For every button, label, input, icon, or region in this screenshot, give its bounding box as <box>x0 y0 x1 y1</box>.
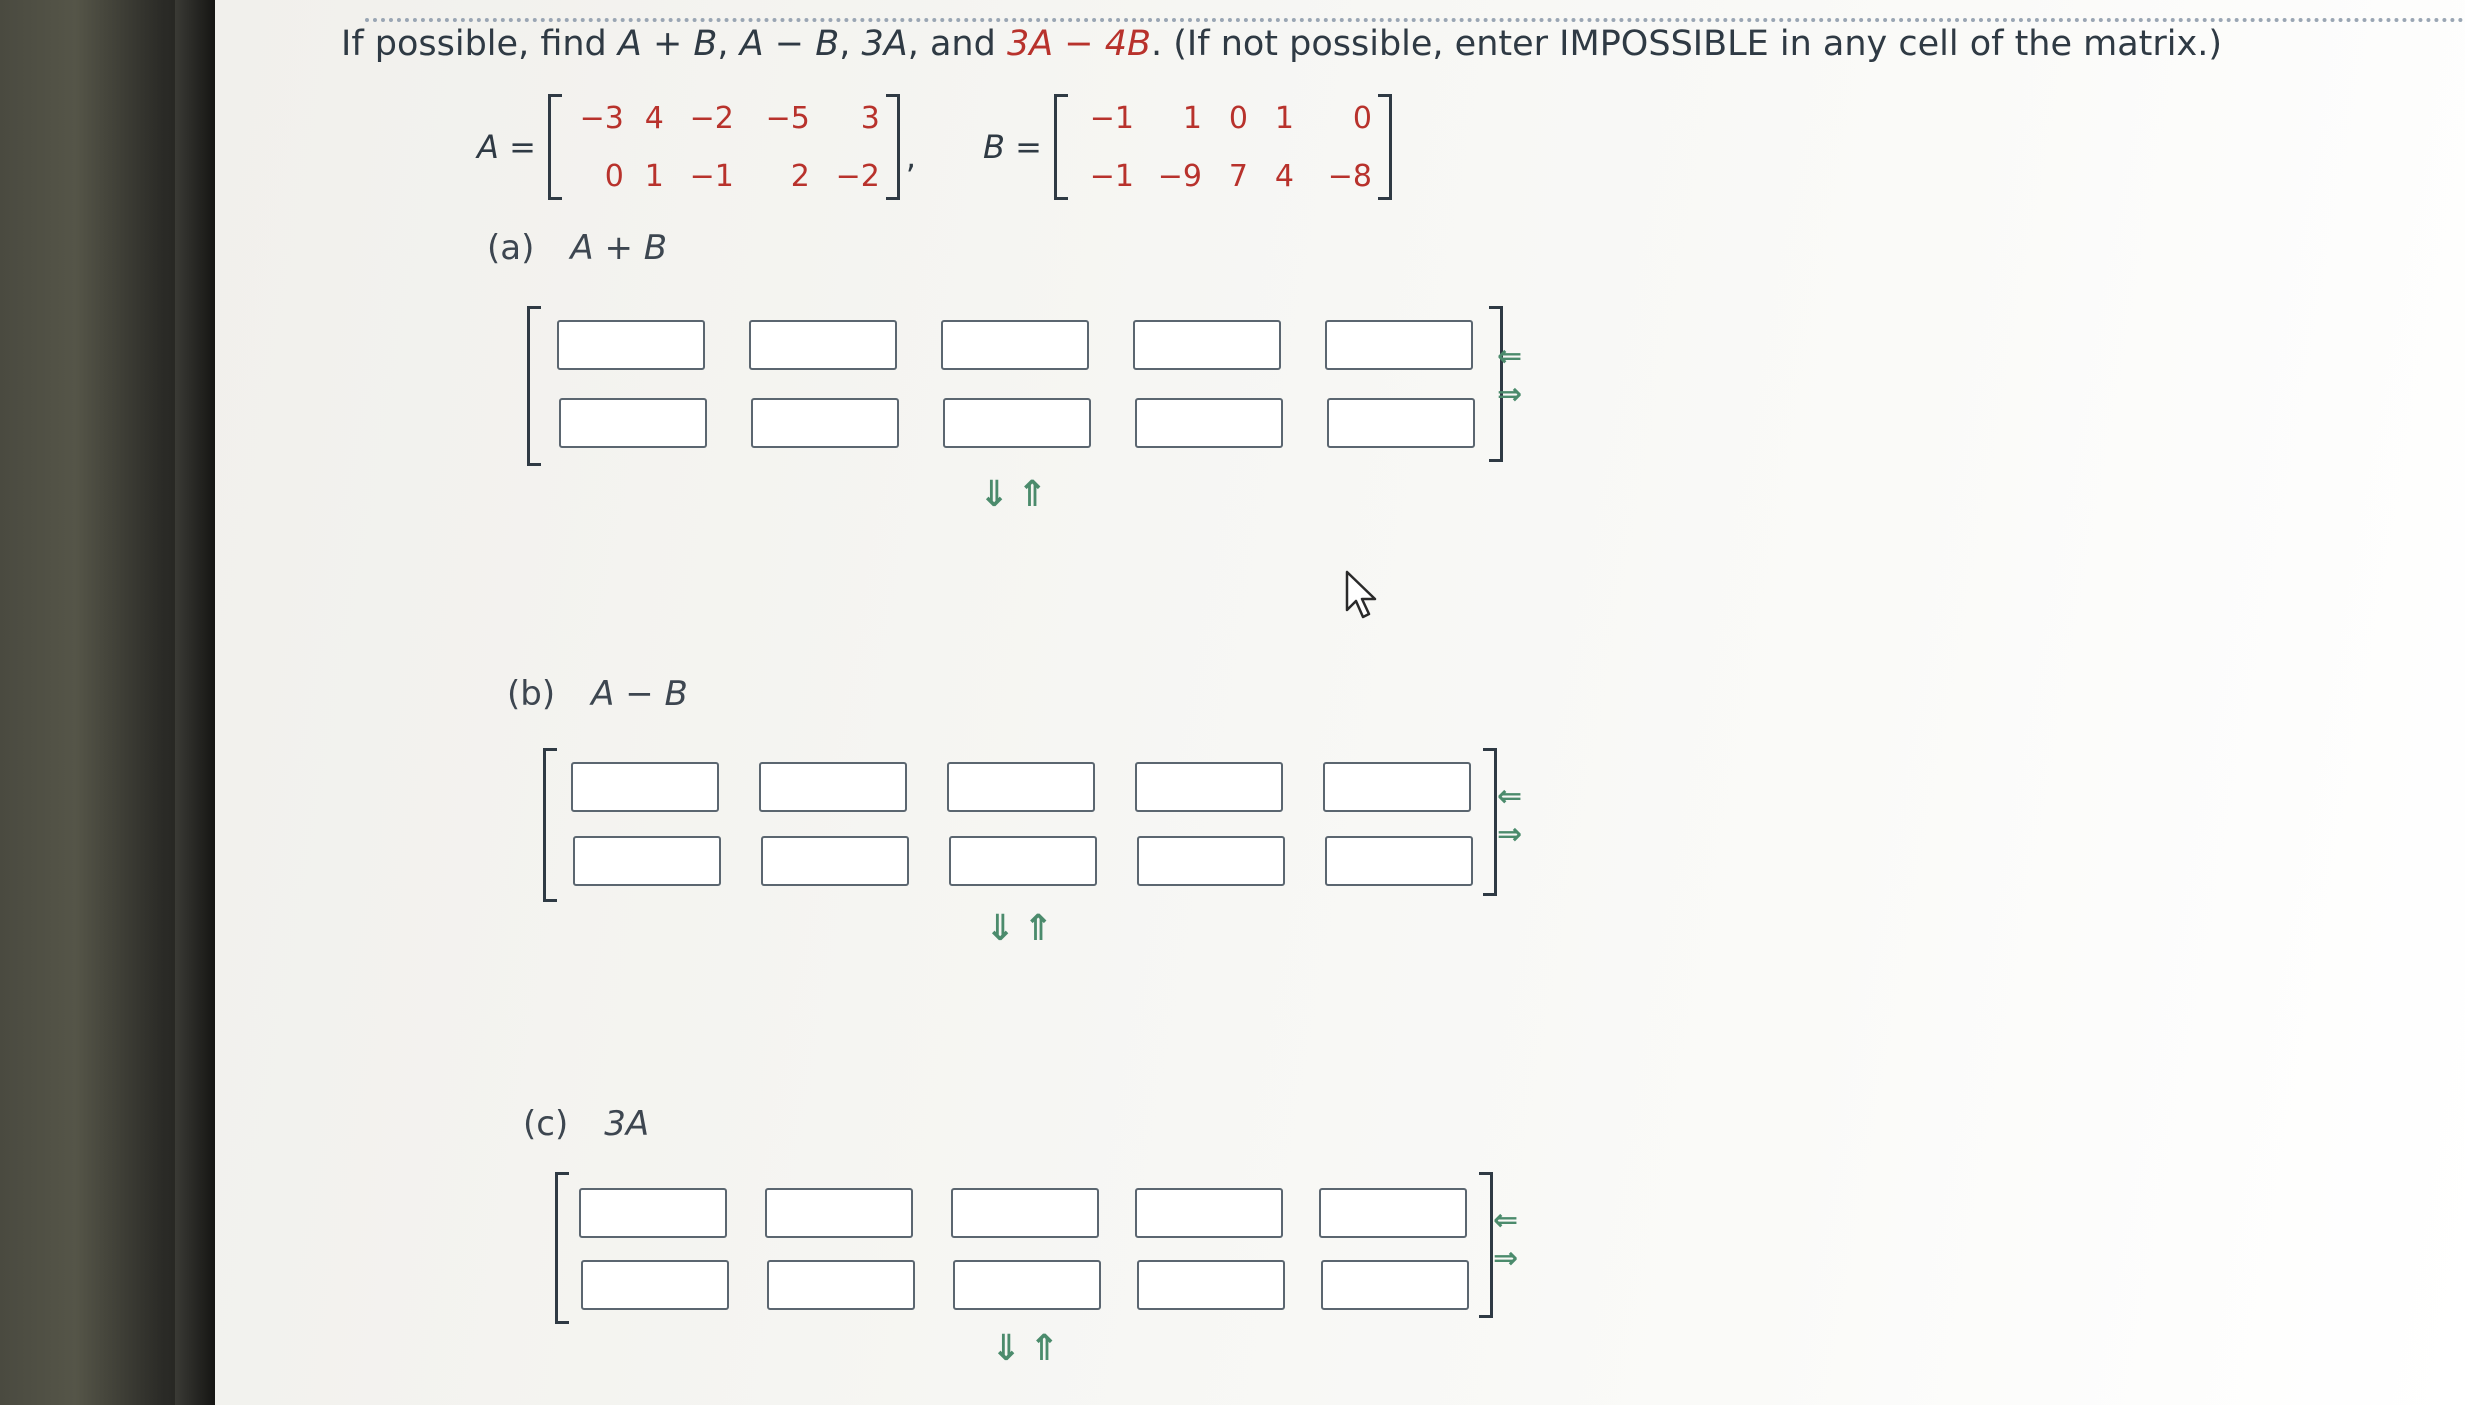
matrix-b-cell: 7 <box>1228 158 1248 194</box>
matrix-a-cell: 1 <box>644 158 664 194</box>
part-b-label: (b) A − B <box>507 674 688 714</box>
question-text: If possible, find A + B, A − B, 3A, and … <box>341 24 2223 64</box>
part-c-cell-r1c1[interactable] <box>579 1188 727 1238</box>
part-c-column-controls: ⇐ ⇒ <box>1493 1202 1533 1278</box>
part-a-cell-r1c3[interactable] <box>941 320 1089 370</box>
matrix-b-cell: 0 <box>1228 100 1248 136</box>
remove-row-icon[interactable]: ⇑ <box>1017 474 1055 515</box>
part-b-cell-r1c4[interactable] <box>1135 762 1283 812</box>
monitor-bezel-edge <box>175 0 215 1405</box>
part-b-cell-r1c5[interactable] <box>1323 762 1471 812</box>
comma: , <box>905 138 917 176</box>
remove-row-icon[interactable]: ⇑ <box>1023 908 1061 949</box>
part-a-label: (a) A + B <box>487 228 668 268</box>
part-c-cell-r1c4[interactable] <box>1135 1188 1283 1238</box>
part-b-column-controls: ⇐ ⇒ <box>1497 778 1537 854</box>
part-c-label: (c) 3A <box>523 1104 650 1144</box>
part-a-row-controls: ⇓⇑ <box>979 474 1055 515</box>
matrix-b-cell: 0 <box>1352 100 1372 136</box>
part-b-cell-r2c4[interactable] <box>1137 836 1285 886</box>
matrix-a-cell: −2 <box>689 100 734 136</box>
part-a-answer-matrix <box>527 306 1527 466</box>
part-c-answer-matrix <box>555 1172 1515 1324</box>
add-row-icon[interactable]: ⇓ <box>991 1328 1029 1369</box>
part-a-cell-r2c5[interactable] <box>1327 398 1475 448</box>
matrix-a-cell: −5 <box>765 100 810 136</box>
mouse-cursor-icon <box>1345 570 1377 619</box>
part-a-cell-r1c1[interactable] <box>557 320 705 370</box>
part-a-cell-r2c2[interactable] <box>751 398 899 448</box>
matrix-a-cell: −1 <box>689 158 734 194</box>
matrix-b-cell: −9 <box>1157 158 1202 194</box>
part-b-cell-r2c5[interactable] <box>1325 836 1473 886</box>
part-a-cell-r2c3[interactable] <box>943 398 1091 448</box>
matrix-a-cell: −3 <box>579 100 624 136</box>
part-c-cell-r2c2[interactable] <box>767 1260 915 1310</box>
section-divider <box>365 0 2465 22</box>
matrix-b-grid: −1 1 0 1 0 −1 −9 7 4 −8 <box>1068 90 1378 204</box>
left-bracket <box>1053 94 1068 200</box>
part-b-cell-r1c1[interactable] <box>571 762 719 812</box>
matrix-a-cell: 3 <box>860 100 880 136</box>
part-c-cell-r2c1[interactable] <box>581 1260 729 1310</box>
remove-row-icon[interactable]: ⇑ <box>1029 1328 1067 1369</box>
matrix-b-cell: −8 <box>1327 158 1372 194</box>
part-c-cell-r2c3[interactable] <box>953 1260 1101 1310</box>
part-b-row-controls: ⇓⇑ <box>985 908 1061 949</box>
part-c-cell-r1c3[interactable] <box>951 1188 1099 1238</box>
add-row-icon[interactable]: ⇓ <box>985 908 1023 949</box>
add-column-icon[interactable]: ⇒ <box>1497 376 1537 414</box>
part-a-cell-r2c4[interactable] <box>1135 398 1283 448</box>
right-bracket <box>885 94 900 200</box>
part-b-cell-r2c1[interactable] <box>573 836 721 886</box>
right-bracket <box>1483 748 1497 896</box>
matrix-a-cell: 2 <box>790 158 810 194</box>
matrix-b-definition: B = −1 1 0 1 0 −1 −9 7 4 −8 <box>983 92 1392 202</box>
part-c-cell-r1c5[interactable] <box>1319 1188 1467 1238</box>
remove-column-icon[interactable]: ⇐ <box>1497 778 1537 816</box>
matrix-a-cell: 4 <box>644 100 664 136</box>
part-b-cell-r2c2[interactable] <box>761 836 909 886</box>
add-column-icon[interactable]: ⇒ <box>1497 816 1537 854</box>
left-bracket <box>527 306 541 466</box>
part-c-cell-r2c4[interactable] <box>1137 1260 1285 1310</box>
matrix-a-grid: −3 4 −2 −5 3 0 1 −1 2 −2 <box>562 90 886 204</box>
part-a-column-controls: ⇐ ⇒ <box>1497 338 1537 414</box>
assignment-page: If possible, find A + B, A − B, 3A, and … <box>215 0 2465 1405</box>
part-c-cell-r2c5[interactable] <box>1321 1260 1469 1310</box>
matrix-a-label: A = <box>477 128 536 166</box>
matrix-b-label: B = <box>983 128 1042 166</box>
part-b-cell-r1c2[interactable] <box>759 762 907 812</box>
matrix-a-definition: A = −3 4 −2 −5 3 0 1 −1 2 −2 , <box>477 92 924 202</box>
remove-column-icon[interactable]: ⇐ <box>1493 1202 1533 1240</box>
remove-column-icon[interactable]: ⇐ <box>1497 338 1537 376</box>
left-bracket <box>555 1172 569 1324</box>
matrix-a-cell: −2 <box>835 158 880 194</box>
matrix-b-cell: −1 <box>1089 100 1134 136</box>
add-column-icon[interactable]: ⇒ <box>1493 1240 1533 1278</box>
part-c-row-controls: ⇓⇑ <box>991 1328 1067 1369</box>
matrix-a-cell: 0 <box>604 158 624 194</box>
part-b-cell-r2c3[interactable] <box>949 836 1097 886</box>
part-b-cell-r1c3[interactable] <box>947 762 1095 812</box>
right-bracket <box>1377 94 1392 200</box>
matrix-b-cell: 1 <box>1274 100 1294 136</box>
part-a-cell-r1c2[interactable] <box>749 320 897 370</box>
part-a-cell-r1c4[interactable] <box>1133 320 1281 370</box>
matrix-b-cell: 4 <box>1274 158 1294 194</box>
left-bracket <box>543 748 557 902</box>
part-c-cell-r1c2[interactable] <box>765 1188 913 1238</box>
part-b-answer-matrix <box>543 748 1523 902</box>
matrix-b-cell: 1 <box>1182 100 1202 136</box>
part-a-cell-r2c1[interactable] <box>559 398 707 448</box>
matrix-b-cell: −1 <box>1089 158 1134 194</box>
part-a-cell-r1c5[interactable] <box>1325 320 1473 370</box>
add-row-icon[interactable]: ⇓ <box>979 474 1017 515</box>
left-bracket <box>547 94 562 200</box>
right-bracket <box>1479 1172 1493 1318</box>
